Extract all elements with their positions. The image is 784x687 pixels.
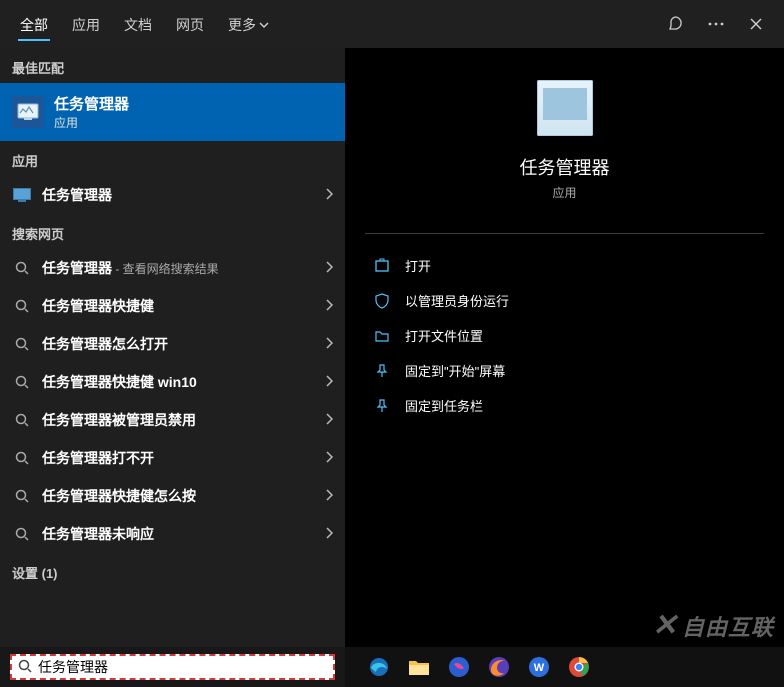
chevron-right-icon [325,336,333,352]
search-icon [12,296,32,316]
detail-title: 任务管理器 [520,154,610,180]
taskbar: W [0,647,784,687]
chevron-down-icon [259,17,269,33]
section-best-match: 最佳匹配 [0,48,345,83]
task-manager-icon [12,185,32,205]
task-manager-large-icon [537,80,593,136]
web-result-item[interactable]: 任务管理器未响应 [0,515,345,553]
admin-icon [373,292,391,310]
action-run-as-admin[interactable]: 以管理员身份运行 [357,283,772,318]
search-icon [12,334,32,354]
tab-apps[interactable]: 应用 [60,2,112,46]
action-pin-taskbar-label: 固定到任务栏 [405,396,483,415]
search-input[interactable] [38,659,327,675]
action-open-file-location[interactable]: 打开文件位置 [357,318,772,353]
web-result-item[interactable]: 任务管理器快捷健怎么按 [0,477,345,515]
section-apps: 应用 [0,141,345,176]
action-open-label: 打开 [405,256,431,275]
action-open-location-label: 打开文件位置 [405,326,483,345]
app-result-item[interactable]: 任务管理器 [0,176,345,214]
search-icon [12,258,32,278]
pin-icon [373,362,391,380]
action-open[interactable]: 打开 [357,248,772,283]
best-match-subtitle: 应用 [54,114,129,131]
chevron-right-icon [325,450,333,466]
chevron-right-icon [325,526,333,542]
web-result-label: 任务管理器被管理员禁用 [42,410,325,430]
search-icon [12,372,32,392]
best-match-item[interactable]: 任务管理器 应用 [0,83,345,141]
pin-icon [373,397,391,415]
action-pin-to-start[interactable]: 固定到"开始"屏幕 [357,353,772,388]
web-result-item[interactable]: 任务管理器快捷健 win10 [0,363,345,401]
close-icon[interactable] [736,4,776,44]
open-icon [373,257,391,275]
section-web: 搜索网页 [0,214,345,249]
taskbar-search[interactable] [0,647,345,687]
chevron-right-icon [325,187,333,203]
search-top-tabs: 全部 应用 文档 网页 更多 [0,0,784,48]
web-result-label: 任务管理器快捷健 [42,296,325,316]
action-pin-start-label: 固定到"开始"屏幕 [405,361,505,380]
web-result-item[interactable]: 任务管理器快捷健 [0,287,345,325]
tab-more-label: 更多 [228,15,256,35]
chevron-right-icon [325,260,333,276]
taskbar-app-icon-1[interactable] [441,647,477,687]
web-result-label: 任务管理器打不开 [42,448,325,468]
web-result-label: 任务管理器快捷健 win10 [42,372,325,392]
web-result-item[interactable]: 任务管理器 - 查看网络搜索结果 [0,249,345,287]
action-admin-label: 以管理员身份运行 [405,291,509,310]
taskbar-edge-icon[interactable] [361,647,397,687]
app-result-label: 任务管理器 [42,185,325,205]
task-manager-icon [12,96,44,128]
chevron-right-icon [325,412,333,428]
web-result-label: 任务管理器 - 查看网络搜索结果 [42,258,325,278]
tab-documents[interactable]: 文档 [112,2,164,46]
svg-text:W: W [534,662,545,674]
action-pin-to-taskbar[interactable]: 固定到任务栏 [357,388,772,423]
tab-all[interactable]: 全部 [8,2,60,46]
tab-more[interactable]: 更多 [216,2,281,46]
more-options-icon[interactable] [696,4,736,44]
search-icon [12,410,32,430]
search-icon [12,486,32,506]
search-icon [12,448,32,468]
section-settings: 设置 (1) [0,553,345,588]
web-result-item[interactable]: 任务管理器打不开 [0,439,345,477]
folder-icon [373,327,391,345]
search-icon [12,524,32,544]
web-result-label: 任务管理器快捷健怎么按 [42,486,325,506]
taskbar-pinned-apps: W [345,647,597,687]
chevron-right-icon [325,298,333,314]
taskbar-wps-icon[interactable]: W [521,647,557,687]
taskbar-file-explorer-icon[interactable] [401,647,437,687]
feedback-icon[interactable] [656,4,696,44]
web-result-item[interactable]: 任务管理器怎么打开 [0,325,345,363]
detail-subtitle: 应用 [552,184,576,201]
search-icon [18,659,32,676]
results-panel: 最佳匹配 任务管理器 应用 应用 任务管理器 搜索网页 任务管理器 - [0,48,345,647]
chevron-right-icon [325,488,333,504]
taskbar-chrome-icon[interactable] [561,647,597,687]
web-result-label: 任务管理器未响应 [42,524,325,544]
detail-panel: 任务管理器 应用 打开 以管理员身份运行 打开文件位置 固定到"开 [345,48,784,647]
tab-web[interactable]: 网页 [164,2,216,46]
web-result-label: 任务管理器怎么打开 [42,334,325,354]
web-result-item[interactable]: 任务管理器被管理员禁用 [0,401,345,439]
taskbar-firefox-icon[interactable] [481,647,517,687]
chevron-right-icon [325,374,333,390]
best-match-title: 任务管理器 [54,93,129,114]
